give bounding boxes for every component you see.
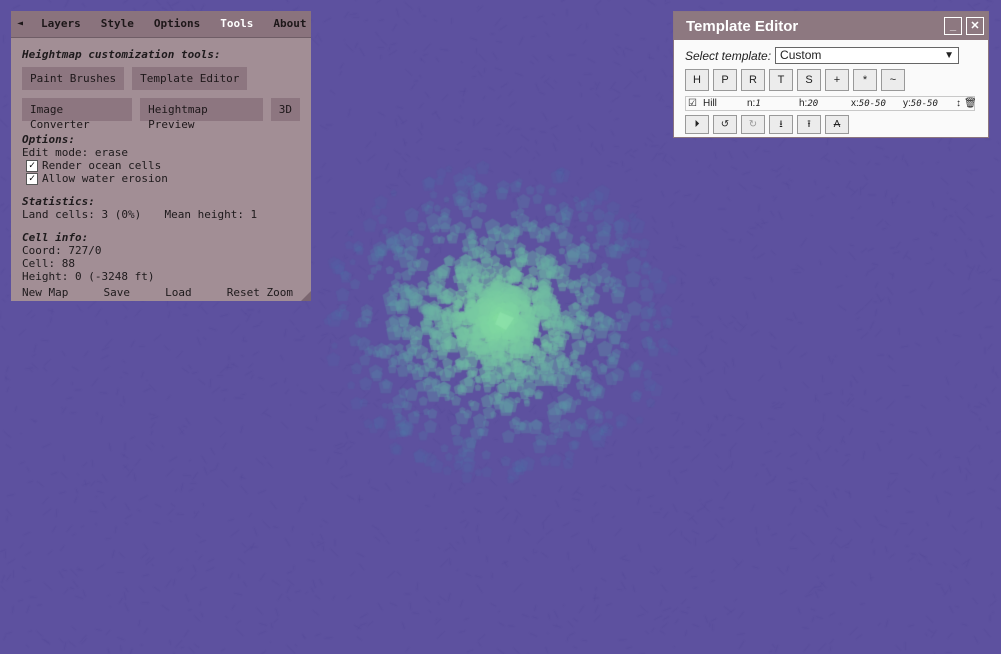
undo-icon[interactable]: ↺ [713,115,737,134]
multiply-button[interactable]: * [853,69,877,91]
statistics-heading: Statistics: [22,195,95,208]
trash-icon[interactable]: 🗑 [964,98,977,109]
render-ocean-label: Render ocean cells [42,159,162,172]
step-n-input[interactable]: 1 [755,99,760,109]
template-step-row: ☑ Hill n:1 h:20 x:50-50 y:50-50 ↕ 🗑 [685,96,977,111]
step-y-input[interactable]: 50-50 [911,99,938,109]
tab-tools[interactable]: Tools [210,11,263,37]
add-step-button[interactable]: + [825,69,849,91]
edit-mode-text: Edit mode: erase [22,146,128,159]
options-heading: Options: [22,133,75,146]
step-x-label: x: [851,98,859,109]
step-toggle-checkbox[interactable]: ☑ [688,98,697,109]
step-name: Hill [703,98,717,109]
cell-text: Cell: 88 [22,257,75,270]
font-icon[interactable]: A [825,115,849,134]
land-cells-text: Land cells: 3 (0%) [22,208,142,221]
minimize-button[interactable]: _ [944,17,962,35]
template-select-value: Custom [780,48,822,62]
allow-erosion-checkbox[interactable]: ✓ [26,172,38,185]
select-template-label: Select template: [685,48,772,63]
step-h-input[interactable]: 20 [807,99,818,109]
load-button[interactable]: Load [165,286,192,299]
collapse-panel-button[interactable]: ◄ [11,11,31,37]
template-select[interactable]: Custom ▼ [775,47,960,64]
coord-text: Coord: 727/0 [22,244,102,257]
save-button[interactable]: Save [103,286,130,299]
add-range-button[interactable]: R [741,69,765,91]
step-y-label: y: [903,98,911,109]
heightmap-preview-button[interactable]: Heightmap Preview [140,98,263,131]
add-pit-button[interactable]: P [713,69,737,91]
play-icon[interactable]: ⏵ [685,115,709,134]
options-panel: ◄ Layers Style Options Tools About Heigh… [11,11,311,301]
add-hill-button[interactable]: H [685,69,709,91]
redo-icon[interactable]: ↻ [741,115,765,134]
template-editor-dialog: Template Editor _ ✕ Select template: Cus… [673,11,989,138]
download-icon[interactable]: ⭳ [769,115,793,134]
chevron-down-icon: ▼ [944,50,955,61]
drag-handle-icon[interactable]: ↕ [956,98,961,109]
tab-about[interactable]: About [263,11,316,37]
new-map-button[interactable]: New Map [22,286,68,299]
paint-brushes-button[interactable]: Paint Brushes [22,67,125,90]
add-trough-button[interactable]: T [769,69,793,91]
mean-height-text: Mean height: 1 [164,208,258,221]
dialog-title: Template Editor [686,17,799,35]
upload-icon[interactable]: ⭱ [797,115,821,134]
reset-zoom-button[interactable]: Reset Zoom [227,286,293,299]
tools-heading: Heightmap customization tools: [22,48,221,61]
tab-style[interactable]: Style [91,11,144,37]
template-editor-button[interactable]: Template Editor [132,67,248,90]
close-button[interactable]: ✕ [966,17,984,35]
cell-info-heading: Cell info: [22,231,89,244]
image-converter-button[interactable]: Image Converter [22,98,133,131]
step-x-input[interactable]: 50-50 [859,99,886,109]
add-strait-button[interactable]: S [797,69,821,91]
tab-layers[interactable]: Layers [31,11,91,37]
dialog-titlebar[interactable]: Template Editor _ ✕ [674,12,988,40]
resize-handle[interactable] [301,291,311,301]
height-text: Height: 0 (-3248 ft) [22,270,155,283]
options-tab-bar: ◄ Layers Style Options Tools About [11,11,311,38]
render-ocean-checkbox[interactable]: ✓ [26,159,38,172]
3d-view-button[interactable]: 3D [270,98,300,121]
smooth-button[interactable]: ~ [881,69,905,91]
allow-erosion-label: Allow water erosion [42,172,168,185]
tab-options[interactable]: Options [144,11,210,37]
